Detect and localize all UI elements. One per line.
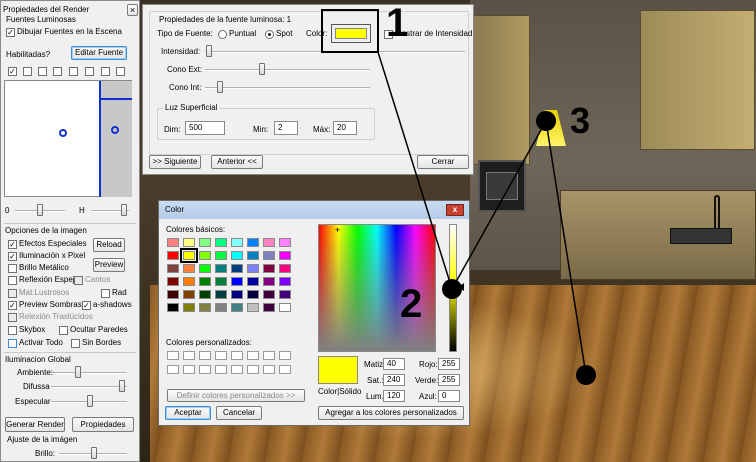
annotation-line-3: [545, 120, 587, 376]
annotation-overlay: [321, 9, 596, 385]
annotation-number-3: 3: [570, 100, 591, 141]
annotation-dot-floor: [576, 365, 596, 385]
annotation-number-1: 1: [386, 1, 409, 45]
annotation-dot-2: [442, 279, 462, 299]
annotation-dot-3: [536, 111, 556, 131]
annotation-number-2: 2: [400, 282, 423, 326]
annotation-line-2: [451, 120, 547, 290]
color-highlight-box: [321, 9, 379, 53]
annotation-line-1: [377, 51, 453, 290]
